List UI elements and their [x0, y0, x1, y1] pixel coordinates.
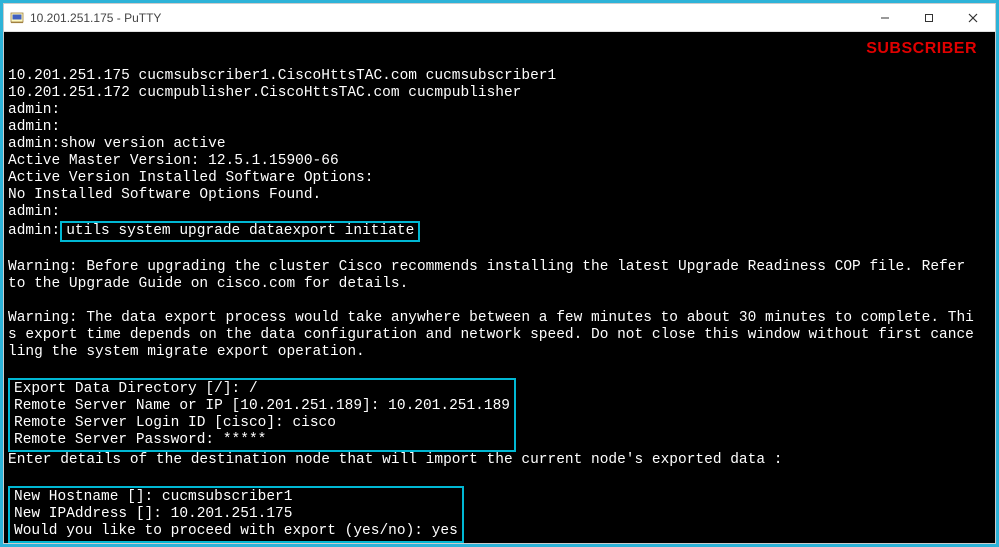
window-title: 10.201.251.175 - PuTTY: [30, 11, 161, 25]
destination-box: New Hostname []: cucmsubscriber1New IPAd…: [8, 486, 464, 543]
terminal-line: No Installed Software Options Found.: [8, 187, 991, 204]
terminal-line: Enter details of the destination node th…: [8, 452, 991, 469]
terminal-line: s export time depends on the data config…: [8, 327, 991, 344]
title-left: 10.201.251.175 - PuTTY: [10, 11, 161, 25]
terminal-line: to the Upgrade Guide on cisco.com for de…: [8, 276, 991, 293]
terminal-line: [8, 469, 991, 486]
window-controls: [863, 4, 995, 31]
minimize-button[interactable]: [863, 4, 907, 31]
close-button[interactable]: [951, 4, 995, 31]
terminal-line: admin:: [8, 119, 991, 136]
terminal-line: admin:: [8, 102, 991, 119]
terminal-line: admin:show version active: [8, 136, 991, 153]
terminal-line: Active Version Installed Software Option…: [8, 170, 991, 187]
terminal-line: admin:utils system upgrade dataexport in…: [8, 221, 991, 242]
terminal-line: [8, 361, 991, 378]
terminal-line: Warning: The data export process would t…: [8, 310, 991, 327]
terminal[interactable]: SUBSCRIBER 10.201.251.175 cucmsubscriber…: [4, 32, 995, 543]
terminal-line: [8, 293, 991, 310]
terminal-line: 10.201.251.175 cucmsubscriber1.CiscoHtts…: [8, 68, 991, 85]
terminal-line: 10.201.251.172 cucmpublisher.CiscoHttsTA…: [8, 85, 991, 102]
command-highlight-box: utils system upgrade dataexport initiate: [60, 221, 420, 242]
titlebar: 10.201.251.175 - PuTTY: [4, 4, 995, 32]
terminal-line: Active Master Version: 12.5.1.15900-66: [8, 153, 991, 170]
terminal-line: ling the system migrate export operation…: [8, 344, 991, 361]
terminal-line: [8, 242, 991, 259]
putty-window: 10.201.251.175 - PuTTY SUBSCRIBER 10.201…: [3, 3, 996, 544]
maximize-button[interactable]: [907, 4, 951, 31]
terminal-line: admin:: [8, 204, 991, 221]
putty-icon: [10, 11, 24, 25]
subscriber-label: SUBSCRIBER: [866, 40, 977, 57]
export-config-box: Export Data Directory [/]: /Remote Serve…: [8, 378, 516, 452]
terminal-line: Warning: Before upgrading the cluster Ci…: [8, 259, 991, 276]
terminal-line: New Hostname []: cucmsubscriber1New IPAd…: [8, 486, 991, 543]
terminal-line: Export Data Directory [/]: /Remote Serve…: [8, 378, 991, 452]
